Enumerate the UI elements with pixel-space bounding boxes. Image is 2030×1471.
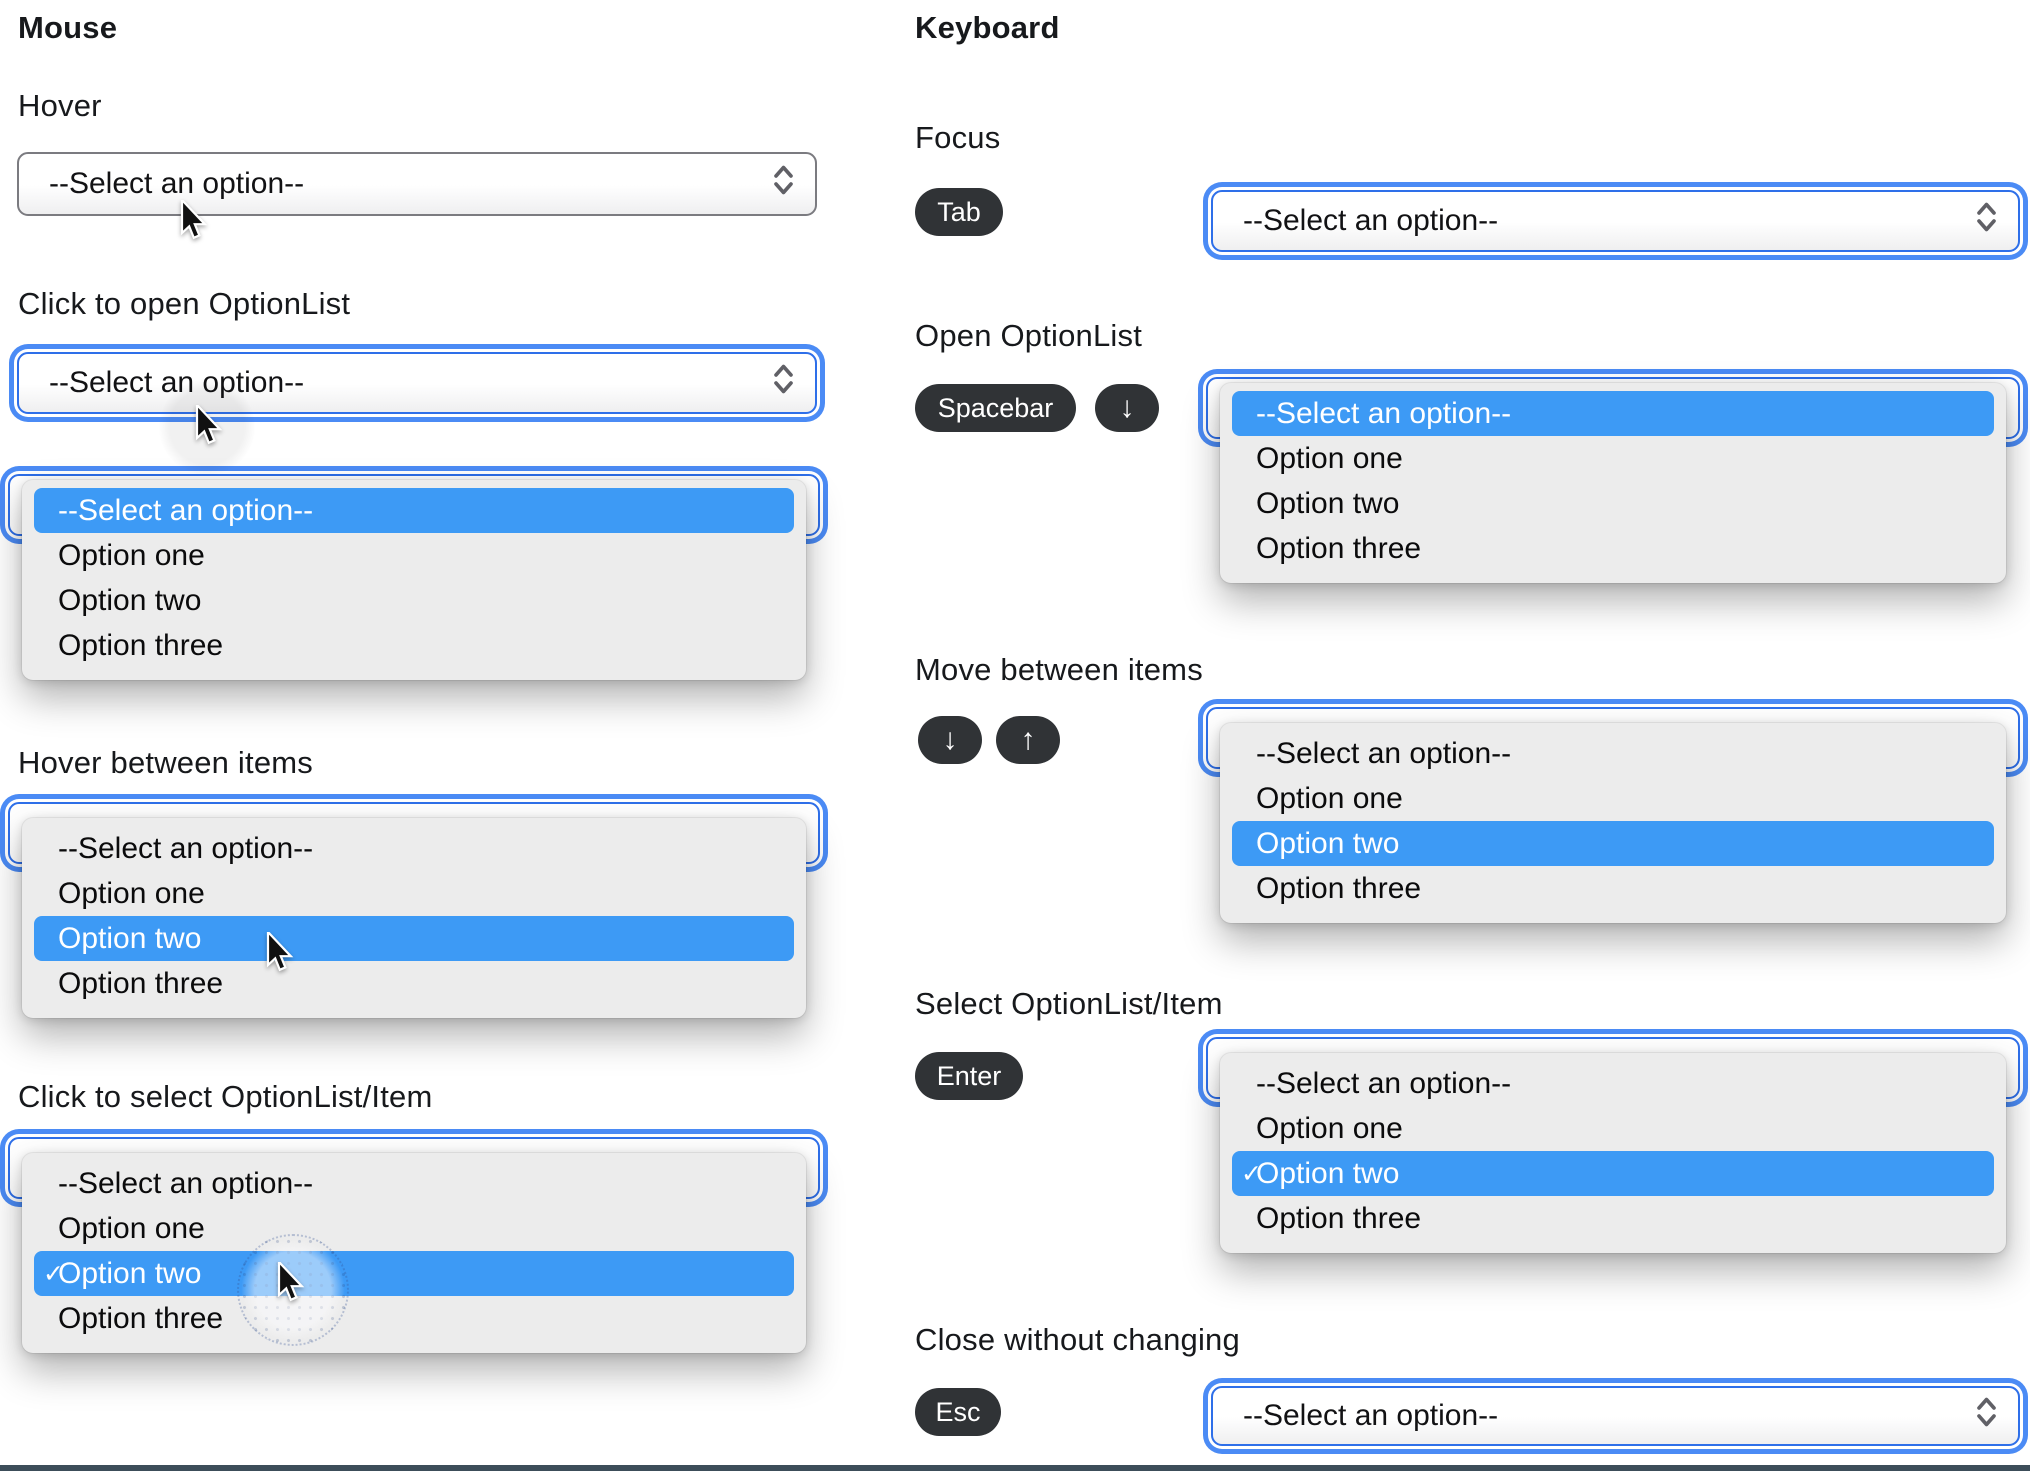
section-divider <box>0 1465 2030 1471</box>
option-item-one[interactable]: Option one <box>34 871 794 916</box>
optionlist-select: --Select an option-- Option one ✓ Option… <box>1206 1037 2020 1253</box>
option-item-label: Option two <box>58 1256 202 1290</box>
hover-items-heading: Hover between items <box>18 745 313 780</box>
option-item-one[interactable]: Option one <box>1232 776 1994 821</box>
optionlist-click-open: --Select an option-- Option one Option t… <box>8 474 820 680</box>
key-badge-spacebar: Spacebar <box>915 384 1076 432</box>
cursor-pointer-icon <box>277 1259 305 1307</box>
key-badge-arrow-down: ↓ <box>1095 384 1159 432</box>
key-badge-esc: Esc <box>915 1388 1001 1436</box>
open-optionlist-heading: Open OptionList <box>915 318 1143 353</box>
option-item-three[interactable]: Option three <box>34 623 794 668</box>
optionlist-panel: --Select an option-- Option one ✓ Option… <box>22 1153 806 1353</box>
checkmark-icon: ✓ <box>1241 1159 1262 1188</box>
option-item-two-selected[interactable]: ✓ Option two <box>1232 1151 1994 1196</box>
option-item-placeholder[interactable]: --Select an option-- <box>1232 731 1994 776</box>
option-item-three[interactable]: Option three <box>34 1296 794 1341</box>
option-item-one[interactable]: Option one <box>34 1206 794 1251</box>
focus-heading: Focus <box>915 120 1001 155</box>
cursor-pointer-icon <box>180 197 208 245</box>
optionlist-move: --Select an option-- Option one Option t… <box>1206 707 2020 923</box>
option-item-placeholder[interactable]: --Select an option-- <box>34 1161 794 1206</box>
select-stepper-icon <box>772 163 795 205</box>
optionlist-hover-items: --Select an option-- Option one Option t… <box>8 802 820 1018</box>
key-badge-arrow-down: ↓ <box>918 716 982 764</box>
optionlist-click-select: --Select an option-- Option one ✓ Option… <box>8 1137 820 1353</box>
select-hover[interactable]: --Select an option-- <box>17 152 817 216</box>
select-close[interactable]: --Select an option-- <box>1211 1386 2020 1446</box>
close-heading: Close without changing <box>915 1322 1240 1357</box>
key-badge-arrow-up: ↑ <box>996 716 1060 764</box>
optionlist-panel: --Select an option-- Option one Option t… <box>22 480 806 680</box>
option-item-two-active[interactable]: Option two <box>1232 821 1994 866</box>
option-item-two-hovered[interactable]: Option two <box>34 916 794 961</box>
optionlist-panel: --Select an option-- Option one Option t… <box>22 818 806 1018</box>
option-item-two-selected[interactable]: ✓ Option two <box>34 1251 794 1296</box>
optionlist-panel: --Select an option-- Option one ✓ Option… <box>1220 1053 2006 1253</box>
cursor-pointer-icon <box>266 929 294 977</box>
select-click-open[interactable]: --Select an option-- <box>17 352 817 414</box>
option-item-placeholder[interactable]: --Select an option-- <box>1232 1061 1994 1106</box>
option-item-one[interactable]: Option one <box>34 533 794 578</box>
option-item-three[interactable]: Option three <box>34 961 794 1006</box>
option-item-placeholder[interactable]: --Select an option-- <box>1232 391 1994 436</box>
option-item-label: Option two <box>1256 1156 1400 1190</box>
hover-heading: Hover <box>18 88 102 123</box>
checkmark-icon: ✓ <box>43 1259 64 1288</box>
option-item-one[interactable]: Option one <box>1232 436 1994 481</box>
page: Mouse Hover --Select an option-- Click t… <box>0 0 2030 1471</box>
optionlist-open: --Select an option-- Option one Option t… <box>1206 377 2020 583</box>
select-focus[interactable]: --Select an option-- <box>1211 190 2020 252</box>
select-stepper-icon <box>1975 1395 1998 1437</box>
select-stepper-icon <box>1975 200 1998 242</box>
cursor-pointer-icon <box>195 402 223 450</box>
select-item-heading: Select OptionList/Item <box>915 986 1223 1021</box>
option-item-three[interactable]: Option three <box>1232 866 1994 911</box>
select-value: --Select an option-- <box>1243 1399 1499 1432</box>
select-stepper-icon <box>772 362 795 404</box>
keyboard-column-title: Keyboard <box>915 10 1060 45</box>
option-item-placeholder[interactable]: --Select an option-- <box>34 826 794 871</box>
option-item-placeholder[interactable]: --Select an option-- <box>34 488 794 533</box>
option-item-one[interactable]: Option one <box>1232 1106 1994 1151</box>
option-item-three[interactable]: Option three <box>1232 1196 1994 1241</box>
key-badge-tab: Tab <box>915 188 1003 236</box>
optionlist-panel: --Select an option-- Option one Option t… <box>1220 723 2006 923</box>
move-items-heading: Move between items <box>915 652 1203 687</box>
optionlist-panel: --Select an option-- Option one Option t… <box>1220 383 2006 583</box>
click-select-heading: Click to select OptionList/Item <box>18 1079 433 1114</box>
select-value: --Select an option-- <box>49 167 305 200</box>
mouse-column-title: Mouse <box>18 10 118 45</box>
click-open-heading: Click to open OptionList <box>18 286 351 321</box>
key-badge-enter: Enter <box>915 1052 1023 1100</box>
option-item-two[interactable]: Option two <box>1232 481 1994 526</box>
select-value: --Select an option-- <box>1243 204 1499 237</box>
option-item-two[interactable]: Option two <box>34 578 794 623</box>
option-item-three[interactable]: Option three <box>1232 526 1994 571</box>
